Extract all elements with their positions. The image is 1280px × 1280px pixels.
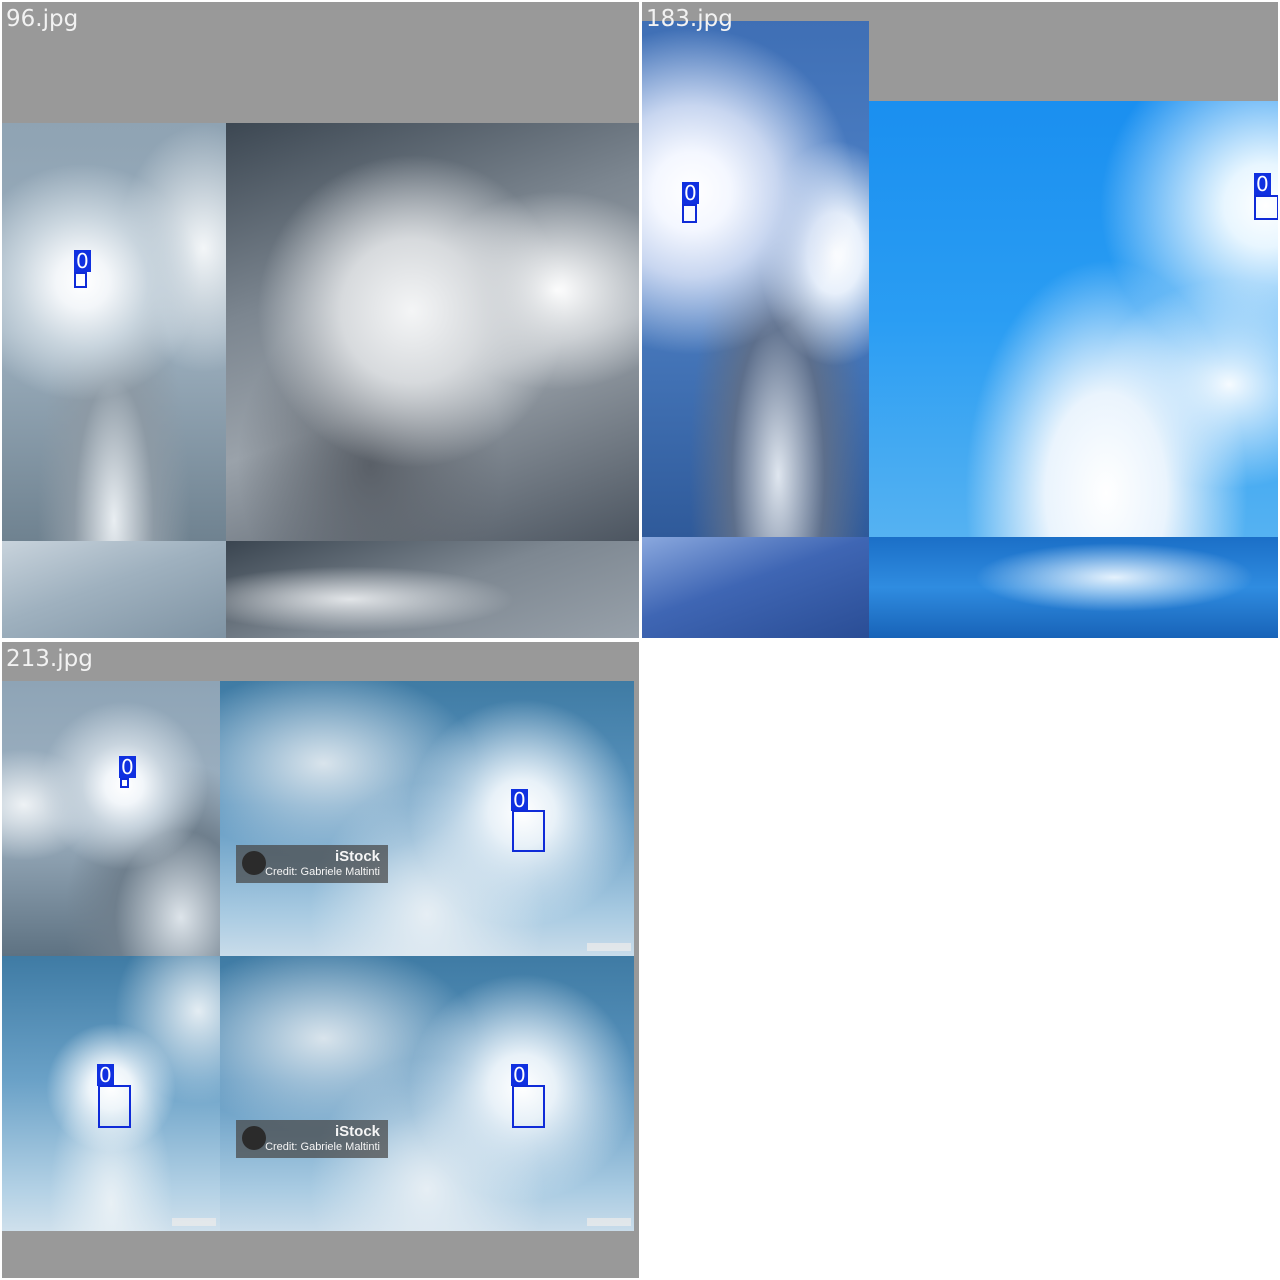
class-label: 0	[119, 755, 136, 779]
sky-tile	[220, 956, 634, 1231]
cloud-tile-bottom	[226, 541, 639, 638]
class-label: 0	[74, 249, 91, 273]
cloud-tile	[226, 123, 639, 541]
sky-tile	[869, 101, 1278, 537]
class-label: 0	[511, 788, 528, 812]
watermark-overlay: iStock Credit: Gabriele Maltinti	[236, 845, 388, 883]
sky-tile	[642, 21, 869, 537]
stock-id-stamp	[587, 1218, 631, 1226]
sky-tile	[220, 681, 634, 956]
class-label: 0	[511, 1063, 528, 1087]
bounding-box[interactable]	[120, 778, 129, 788]
filename-label: 96.jpg	[6, 6, 79, 32]
sky-tile-bottom	[2, 541, 226, 638]
class-label: 0	[682, 181, 699, 205]
image-panel-213[interactable]: 213.jpg iStock Credit: Gabriele Maltinti…	[2, 642, 639, 1278]
avatar-icon	[242, 1126, 266, 1150]
watermark-brand: iStock	[334, 1123, 380, 1140]
sky-tile	[2, 123, 226, 541]
filename-label: 183.jpg	[646, 6, 733, 32]
bounding-box[interactable]	[1254, 195, 1278, 220]
watermark-brand: iStock	[334, 848, 380, 865]
watermark-credit: Credit: Gabriele Maltinti	[265, 866, 380, 878]
class-label: 0	[97, 1063, 114, 1087]
bounding-box[interactable]	[512, 1085, 545, 1128]
avatar-icon	[242, 851, 266, 875]
class-label: 0	[1254, 172, 1271, 196]
filename-label: 213.jpg	[6, 646, 93, 672]
stock-id-stamp	[172, 1218, 216, 1226]
watermark-overlay: iStock Credit: Gabriele Maltinti	[236, 1120, 388, 1158]
sky-tile-bottom	[869, 537, 1278, 638]
bounding-box[interactable]	[98, 1085, 131, 1128]
sky-tile-bottom	[642, 537, 869, 638]
image-panel-96[interactable]: 96.jpg 0	[2, 2, 639, 638]
stock-id-stamp	[587, 943, 631, 951]
bounding-box[interactable]	[74, 272, 87, 288]
bounding-box[interactable]	[512, 810, 545, 852]
image-panel-183[interactable]: 183.jpg 0 0	[642, 2, 1278, 638]
watermark-credit: Credit: Gabriele Maltinti	[265, 1141, 380, 1153]
bounding-box[interactable]	[682, 204, 697, 223]
sky-tile	[2, 681, 220, 956]
